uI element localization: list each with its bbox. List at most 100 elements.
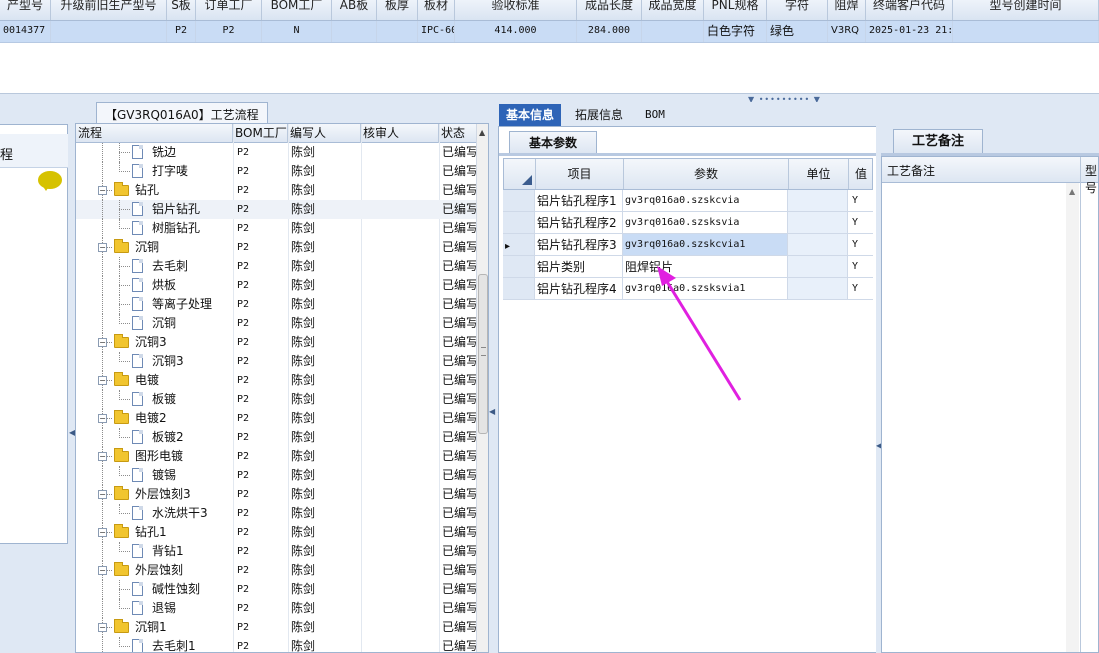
tree-row[interactable]: 打字唛 P2 陈剑 已编写: [76, 162, 476, 181]
tree-node[interactable]: − 沉铜: [76, 238, 232, 257]
item-cell[interactable]: 铝片钻孔程序2: [535, 212, 623, 234]
tree-node[interactable]: 等离子处理: [76, 295, 232, 314]
tree-node[interactable]: − 沉铜3: [76, 333, 232, 352]
cell-bom-factory[interactable]: N: [262, 21, 332, 42]
tree-row[interactable]: − 钻孔1 P2 陈剑 已编写: [76, 523, 476, 542]
cell-acceptance-std[interactable]: 414.000: [455, 21, 577, 42]
tree-node[interactable]: − 外层蚀刻: [76, 561, 232, 580]
col-value[interactable]: 值: [849, 159, 873, 189]
tree-node[interactable]: 板镀2: [76, 428, 232, 447]
cell-length[interactable]: 284.000: [577, 21, 642, 42]
tree-node[interactable]: 沉铜: [76, 314, 232, 333]
param-row[interactable]: 铝片钻孔程序1 gv3rq016a0.szskcvia Y: [503, 190, 873, 212]
collapse-icon[interactable]: −: [98, 528, 107, 537]
col-solder-mask[interactable]: 阻焊: [828, 0, 866, 20]
tree-node[interactable]: 烘板: [76, 276, 232, 295]
param-row[interactable]: 铝片钻孔程序2 gv3rq016a0.szsksvia Y: [503, 212, 873, 234]
cell-width[interactable]: [642, 21, 704, 42]
col-model[interactable]: 型号: [1085, 162, 1098, 196]
tree-row[interactable]: 沉铜3 P2 陈剑 已编写: [76, 352, 476, 371]
model-grid-row[interactable]: 0014377P2P2NIPC-6018 II级414.000284.000白色…: [0, 21, 1099, 43]
value-cell[interactable]: Y: [848, 190, 873, 212]
cell-pnl-spec[interactable]: 白色字符: [704, 21, 767, 42]
row-indicator[interactable]: ▸: [503, 234, 535, 256]
cell-material[interactable]: IPC-6018 II级: [418, 21, 455, 42]
unit-cell[interactable]: [788, 256, 848, 278]
tree-row[interactable]: 铝片钻孔 P2 陈剑 已编写: [76, 200, 476, 219]
col-flow[interactable]: 流程: [76, 124, 233, 143]
col-reviewer[interactable]: 核审人: [361, 124, 439, 143]
row-indicator[interactable]: [503, 256, 535, 278]
col-param[interactable]: 参数: [624, 159, 789, 189]
tree-row[interactable]: 等离子处理 P2 陈剑 已编写: [76, 295, 476, 314]
tree-row[interactable]: 去毛刺1 P2 陈剑 已编写: [76, 637, 476, 652]
collapse-icon[interactable]: −: [98, 414, 107, 423]
tree-row[interactable]: 树脂钻孔 P2 陈剑 已编写: [76, 219, 476, 238]
value-cell[interactable]: Y: [848, 234, 873, 256]
scroll-up-icon[interactable]: ▲: [1069, 187, 1075, 196]
tree-row[interactable]: 板镀2 P2 陈剑 已编写: [76, 428, 476, 447]
tab-bom[interactable]: BOM: [638, 104, 672, 126]
tree-row[interactable]: 烘板 P2 陈剑 已编写: [76, 276, 476, 295]
tree-row[interactable]: − 电镀 P2 陈剑 已编写: [76, 371, 476, 390]
process-flow-tab[interactable]: 【GV3RQ016A0】工艺流程: [96, 102, 268, 123]
param-row[interactable]: 铝片类别 阻焊铝片 Y: [503, 256, 873, 278]
tree-node[interactable]: 背钻1: [76, 542, 232, 561]
tree-scroll-thumb[interactable]: [478, 274, 488, 434]
col-author[interactable]: 编写人: [288, 124, 361, 143]
item-cell[interactable]: 铝片钻孔程序3: [535, 234, 623, 256]
col-order-factory[interactable]: 订单工厂: [196, 0, 262, 20]
tree-row[interactable]: − 钻孔 P2 陈剑 已编写: [76, 181, 476, 200]
unit-cell[interactable]: [788, 190, 848, 212]
col-length[interactable]: 成品长度: [577, 0, 642, 20]
unit-cell[interactable]: [788, 212, 848, 234]
tab-basic-params[interactable]: 基本参数: [509, 131, 597, 153]
cell-order-factory[interactable]: P2: [196, 21, 262, 42]
tree-row[interactable]: 碱性蚀刻 P2 陈剑 已编写: [76, 580, 476, 599]
collapse-icon[interactable]: −: [98, 338, 107, 347]
tree-scrollbar[interactable]: ▲: [476, 124, 488, 652]
col-ab-board[interactable]: AB板: [332, 0, 377, 20]
cell-customer-code[interactable]: 2025-01-23 21:21:55: [866, 21, 953, 42]
cell-ab-board[interactable]: [332, 21, 377, 42]
tree-node[interactable]: 去毛刺1: [76, 637, 232, 652]
tree-node[interactable]: − 沉铜1: [76, 618, 232, 637]
tree-node[interactable]: − 电镀2: [76, 409, 232, 428]
tab-extended-info[interactable]: 拓展信息: [568, 104, 630, 126]
row-indicator[interactable]: [503, 190, 535, 212]
param-row[interactable]: 铝片钻孔程序4 gv3rq016a0.szsksvia1 Y: [503, 278, 873, 300]
col-state[interactable]: 状态: [439, 124, 476, 143]
tree-row[interactable]: − 电镀2 P2 陈剑 已编写: [76, 409, 476, 428]
tree-node[interactable]: 铣边: [76, 143, 232, 162]
value-cell[interactable]: Y: [848, 212, 873, 234]
tree-node[interactable]: 树脂钻孔: [76, 219, 232, 238]
tree-node[interactable]: 铝片钻孔: [76, 200, 232, 219]
item-cell[interactable]: 铝片钻孔程序1: [535, 190, 623, 212]
col-material[interactable]: 板材: [418, 0, 455, 20]
tab-process-note[interactable]: 工艺备注: [893, 129, 983, 153]
col-item[interactable]: 项目: [536, 159, 624, 189]
tree-splitter[interactable]: ◀: [489, 102, 495, 653]
collapse-icon[interactable]: −: [98, 243, 107, 252]
cell-solder-mask[interactable]: V3RQ: [828, 21, 866, 42]
tree-node[interactable]: − 钻孔1: [76, 523, 232, 542]
param-row[interactable]: ▸ 铝片钻孔程序3 gv3rq016a0.szskcvia1 Y: [503, 234, 873, 256]
tree-row[interactable]: 镀锡 P2 陈剑 已编写: [76, 466, 476, 485]
item-cell[interactable]: 铝片钻孔程序4: [535, 278, 623, 300]
tree-node[interactable]: 碱性蚀刻: [76, 580, 232, 599]
tree-node[interactable]: 沉铜3: [76, 352, 232, 371]
value-cell[interactable]: Y: [848, 256, 873, 278]
collapse-tree-icon[interactable]: ◀: [489, 407, 495, 416]
tree-row[interactable]: − 沉铜1 P2 陈剑 已编写: [76, 618, 476, 637]
tree-row[interactable]: 背钻1 P2 陈剑 已编写: [76, 542, 476, 561]
cell-created-time[interactable]: [953, 21, 1099, 42]
tree-row[interactable]: − 沉铜3 P2 陈剑 已编写: [76, 333, 476, 352]
scroll-up-icon[interactable]: ▲: [479, 128, 485, 137]
cell-old-model[interactable]: [51, 21, 167, 42]
horizontal-splitter[interactable]: [0, 93, 1099, 102]
item-cell[interactable]: 铝片类别: [535, 256, 623, 278]
col-unit[interactable]: 单位: [789, 159, 849, 189]
tree-node[interactable]: 打字唛: [76, 162, 232, 181]
row-indicator[interactable]: [503, 278, 535, 300]
tree-row[interactable]: 水洗烘干3 P2 陈剑 已编写: [76, 504, 476, 523]
